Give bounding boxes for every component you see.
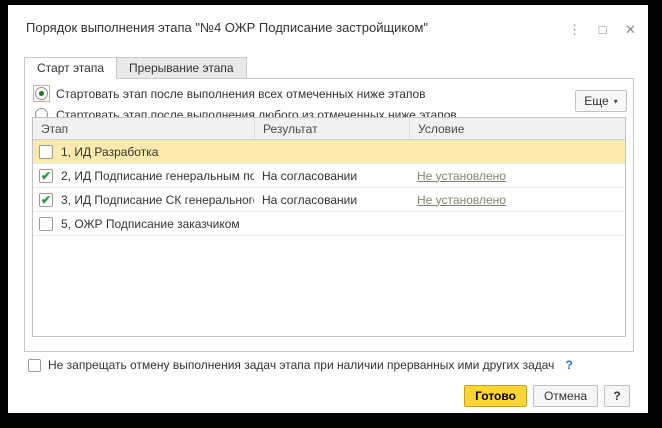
- close-icon[interactable]: ✕: [623, 22, 638, 37]
- window-controls: ⋮ □ ✕: [567, 22, 638, 37]
- footer-checkbox-row: Не запрещать отмену выполнения задач эта…: [28, 358, 573, 372]
- stage-cell: 1, ИД Разработка: [33, 145, 254, 159]
- stage-name: 5, ОЖР Подписание заказчиком: [61, 217, 240, 231]
- condition-cell: Не установлено: [409, 169, 625, 183]
- stage-order-dialog: Порядок выполнения этапа "№4 ОЖР Подписа…: [8, 5, 648, 413]
- inline-help-icon[interactable]: ?: [565, 358, 572, 372]
- tab-stage-interrupt-label: Прерывание этапа: [129, 61, 234, 75]
- result-cell: На согласовании: [254, 193, 409, 207]
- chevron-down-icon: ▾: [614, 97, 618, 106]
- footer-checkbox-label: Не запрещать отмену выполнения задач эта…: [48, 358, 554, 372]
- radio-focus-frame: [33, 85, 50, 102]
- more-button-label: Еще: [584, 94, 608, 108]
- table-row[interactable]: 5, ОЖР Подписание заказчиком: [33, 212, 625, 236]
- footer-buttons: Готово Отмена ?: [464, 385, 630, 407]
- row-checkbox-checked[interactable]: ✔: [39, 193, 53, 207]
- stage-cell: 5, ОЖР Подписание заказчиком: [33, 217, 254, 231]
- column-header-result[interactable]: Результат: [254, 118, 409, 139]
- maximize-icon[interactable]: □: [595, 22, 610, 37]
- more-vert-icon[interactable]: ⋮: [567, 22, 582, 37]
- stage-name: 2, ИД Подписание генеральным подрядчиком: [61, 169, 254, 183]
- stage-cell: ✔ 2, ИД Подписание генеральным подрядчик…: [33, 169, 254, 183]
- condition-cell: Не установлено: [409, 193, 625, 207]
- tab-bar: Старт этапа Прерывание этапа: [24, 57, 247, 78]
- cancel-button[interactable]: Отмена: [533, 385, 598, 407]
- table-row[interactable]: 1, ИД Разработка: [33, 140, 625, 164]
- tab-stage-start-label: Старт этапа: [37, 61, 104, 75]
- result-cell: На согласовании: [254, 169, 409, 183]
- row-checkbox-unchecked[interactable]: [39, 145, 53, 159]
- radio-all-stages-icon[interactable]: [35, 87, 48, 100]
- table-row[interactable]: ✔ 2, ИД Подписание генеральным подрядчик…: [33, 164, 625, 188]
- table-row[interactable]: ✔ 3, ИД Подписание СК генерального подря…: [33, 188, 625, 212]
- screen-background: { "window": { "title": "Порядок выполнен…: [0, 0, 662, 428]
- column-header-stage[interactable]: Этап: [33, 118, 254, 139]
- footer-checkbox[interactable]: [28, 359, 41, 372]
- tab-stage-start[interactable]: Старт этапа: [24, 57, 117, 79]
- done-button[interactable]: Готово: [464, 385, 527, 407]
- dialog-title: Порядок выполнения этапа "№4 ОЖР Подписа…: [26, 20, 428, 35]
- condition-link[interactable]: Не установлено: [417, 193, 506, 207]
- stages-table-header: Этап Результат Условие: [33, 118, 625, 140]
- row-checkbox-unchecked[interactable]: [39, 217, 53, 231]
- stage-name: 3, ИД Подписание СК генерального подрядч…: [61, 193, 254, 207]
- stage-name: 1, ИД Разработка: [61, 145, 158, 159]
- stage-cell: ✔ 3, ИД Подписание СК генерального подря…: [33, 193, 254, 207]
- column-header-condition[interactable]: Условие: [409, 118, 625, 139]
- more-button[interactable]: Еще ▾: [575, 90, 627, 112]
- condition-link[interactable]: Не установлено: [417, 169, 506, 183]
- radio-all-stages-label: Стартовать этап после выполнения всех от…: [56, 87, 426, 101]
- radio-option-all-stages[interactable]: Стартовать этап после выполнения всех от…: [33, 85, 426, 102]
- tab-stage-interrupt[interactable]: Прерывание этапа: [117, 57, 247, 79]
- help-button[interactable]: ?: [604, 385, 630, 407]
- stages-table: Этап Результат Условие 1, ИД Разработка …: [32, 117, 626, 337]
- stage-start-panel: Стартовать этап после выполнения всех от…: [24, 78, 634, 352]
- row-checkbox-checked[interactable]: ✔: [39, 169, 53, 183]
